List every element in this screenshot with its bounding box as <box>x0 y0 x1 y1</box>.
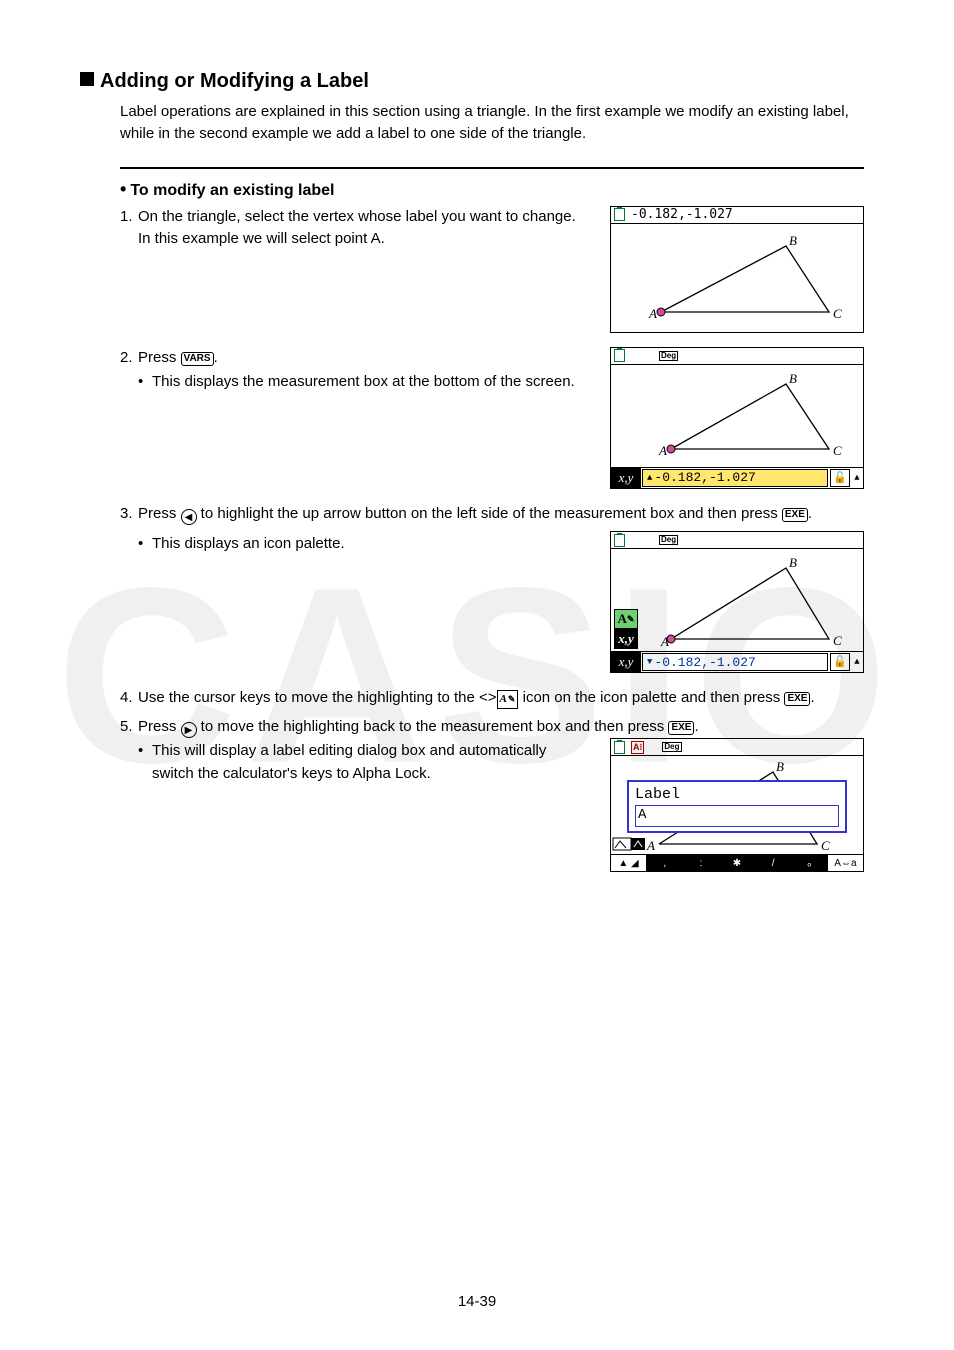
calc-screenshot-4: A⁝ Deg A B C Label A <box>610 738 864 872</box>
deg-indicator: Deg <box>659 351 678 361</box>
vars-key-icon: VARS <box>181 352 214 366</box>
calc-screenshot-2: Deg A B C x,y ▲ -0.182,-1.027 🔓 ▲ <box>610 347 864 489</box>
bullet-icon: • <box>120 179 126 199</box>
step-3-bullet: • This displays an icon palette. <box>120 531 592 556</box>
divider <box>120 167 864 169</box>
measure-value: ▼ -0.182,-1.027 <box>642 653 828 671</box>
calc-screenshot-1: -0.182,-1.027 A B C <box>610 206 864 333</box>
dialog-input[interactable]: A <box>635 805 839 827</box>
deg-indicator: Deg <box>662 742 681 752</box>
step-2: 2. Press VARS. • This displays the measu… <box>120 347 592 394</box>
fkey-6[interactable]: ₒ <box>792 855 828 871</box>
measure-tag-xy: x,y <box>611 468 641 488</box>
page-number: 14-39 <box>0 1293 954 1310</box>
step-4: 4. Use the cursor keys to move the highl… <box>120 687 864 710</box>
fkey-3[interactable]: : <box>683 855 719 871</box>
deg-indicator: Deg <box>659 535 678 545</box>
lock-icon: 🔓 <box>833 471 847 485</box>
alpha-lock-icon: A⁝ <box>631 741 644 754</box>
svg-text:A: A <box>648 306 657 321</box>
left-cursor-icon: ◀ <box>181 509 197 525</box>
battery-icon <box>614 741 625 754</box>
svg-text:B: B <box>776 759 784 774</box>
fkey-4[interactable]: ✱ <box>719 855 755 871</box>
lock-button: 🔓 <box>830 469 850 487</box>
intro-paragraph: Label operations are explained in this s… <box>120 101 864 145</box>
svg-text:B: B <box>789 555 797 570</box>
icon-palette: A✎ x,y <box>614 609 638 649</box>
palette-xy-icon: x,y <box>614 629 638 649</box>
lock-icon: 🔓 <box>833 655 847 669</box>
pencil-icon: ✎ <box>627 614 635 625</box>
battery-icon <box>614 534 625 547</box>
svg-text:A: A <box>658 443 667 458</box>
step-3: 3. Press ◀ to highlight the up arrow but… <box>120 503 864 526</box>
battery-icon <box>614 208 625 221</box>
dialog-title: Label <box>635 786 839 803</box>
heading-square-icon <box>80 72 94 86</box>
measure-value: ▲ -0.182,-1.027 <box>642 469 828 487</box>
svg-text:B: B <box>789 371 797 386</box>
exe-key-icon: EXE <box>668 721 694 735</box>
label-dialog: Label A <box>627 780 847 833</box>
measure-tag-xy: x,y <box>611 652 641 672</box>
palette-label-icon: A✎ <box>614 609 638 629</box>
exe-key-icon: EXE <box>784 692 810 706</box>
step-1: 1. On the triangle, select the vertex wh… <box>120 206 592 251</box>
lock-button: 🔓 <box>830 653 850 671</box>
svg-text:A: A <box>646 838 655 853</box>
status-coords: -0.182,-1.027 <box>631 207 733 222</box>
fkey-1[interactable]: ▲ ◢ <box>611 855 647 871</box>
fkey-2[interactable]: , <box>647 855 683 871</box>
svg-text:C: C <box>821 838 830 853</box>
down-arrow-icon: ▼ <box>647 657 652 667</box>
calc-screenshot-3: Deg A B C A✎ x,y x,y ▼ -0.1 <box>610 531 864 673</box>
up-arrow-icon: ▲ <box>647 473 652 483</box>
pencil-icon: ✎ <box>508 694 516 704</box>
fkey-bar: ▲ ◢ , : ✱ / ₒ A⇔a <box>611 854 863 871</box>
svg-text:C: C <box>833 443 842 458</box>
section-heading: Adding or Modifying a Label <box>80 70 864 93</box>
svg-text:B: B <box>789 233 797 248</box>
battery-icon <box>614 349 625 362</box>
svg-text:A: A <box>660 634 669 649</box>
up-nav-icon: ▲ <box>851 468 863 488</box>
fkey-5[interactable]: / <box>756 855 792 871</box>
exe-key-icon: EXE <box>782 508 808 522</box>
right-cursor-icon: ▶ <box>181 722 197 738</box>
up-nav-icon: ▲ <box>851 652 863 672</box>
step-5-bullet: • This will display a label editing dial… <box>120 738 592 785</box>
svg-text:C: C <box>833 306 842 321</box>
label-tool-icon: A✎ <box>497 690 519 709</box>
subheading: •To modify an existing label <box>120 179 864 200</box>
fkey-7[interactable]: A⇔a <box>828 855 863 871</box>
step-5: 5. Press ▶ to move the highlighting back… <box>120 716 864 739</box>
svg-text:C: C <box>833 633 842 648</box>
